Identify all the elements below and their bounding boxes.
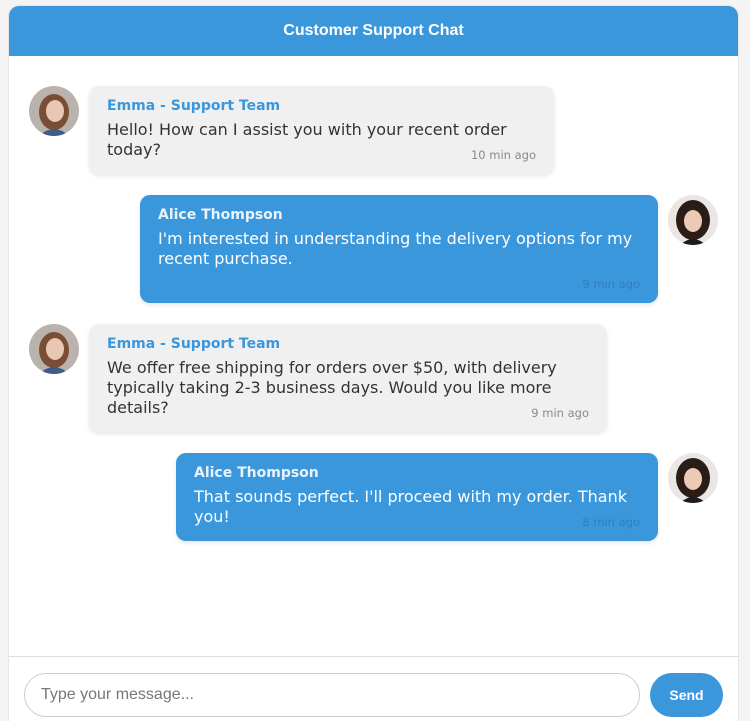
chat-header: Customer Support Chat bbox=[9, 6, 738, 56]
input-bar: Send bbox=[9, 656, 738, 721]
agent-avatar bbox=[29, 86, 79, 136]
agent-avatar bbox=[29, 324, 79, 374]
message-timestamp: 10 min ago bbox=[470, 148, 536, 162]
chat-bubble: Alice Thompson I'm interested in underst… bbox=[140, 195, 658, 303]
user-avatar bbox=[668, 453, 718, 503]
message-list[interactable]: Emma - Support Team Hello! How can I ass… bbox=[9, 56, 738, 656]
chat-window: Customer Support Chat Emma - Support Tea… bbox=[9, 6, 738, 721]
message-timestamp: 9 min ago bbox=[531, 406, 589, 420]
avatar-agent-icon bbox=[29, 86, 79, 136]
user-avatar bbox=[668, 195, 718, 245]
avatar-user-icon bbox=[668, 453, 718, 503]
message-text: That sounds perfect. I'll proceed with m… bbox=[194, 487, 628, 526]
send-button[interactable]: Send bbox=[650, 673, 723, 717]
message-timestamp: 9 min ago bbox=[582, 277, 640, 291]
message-input[interactable] bbox=[24, 673, 640, 717]
avatar-agent-icon bbox=[29, 324, 79, 374]
avatar-user-icon bbox=[668, 195, 718, 245]
sender-name: Alice Thompson bbox=[158, 207, 283, 223]
message-text: I'm interested in understanding the deli… bbox=[158, 229, 633, 268]
page-title: Customer Support Chat bbox=[283, 22, 464, 39]
chat-bubble: Alice Thompson That sounds perfect. I'll… bbox=[176, 453, 658, 541]
sender-name: Alice Thompson bbox=[194, 465, 319, 481]
chat-bubble: Emma - Support Team We offer free shippi… bbox=[89, 324, 607, 432]
sender-name: Emma - Support Team bbox=[107, 98, 281, 114]
message-text: We offer free shipping for orders over $… bbox=[107, 358, 557, 417]
message-timestamp: 8 min ago bbox=[582, 515, 640, 529]
chat-bubble: Emma - Support Team Hello! How can I ass… bbox=[89, 86, 554, 174]
sender-name: Emma - Support Team bbox=[107, 336, 281, 352]
